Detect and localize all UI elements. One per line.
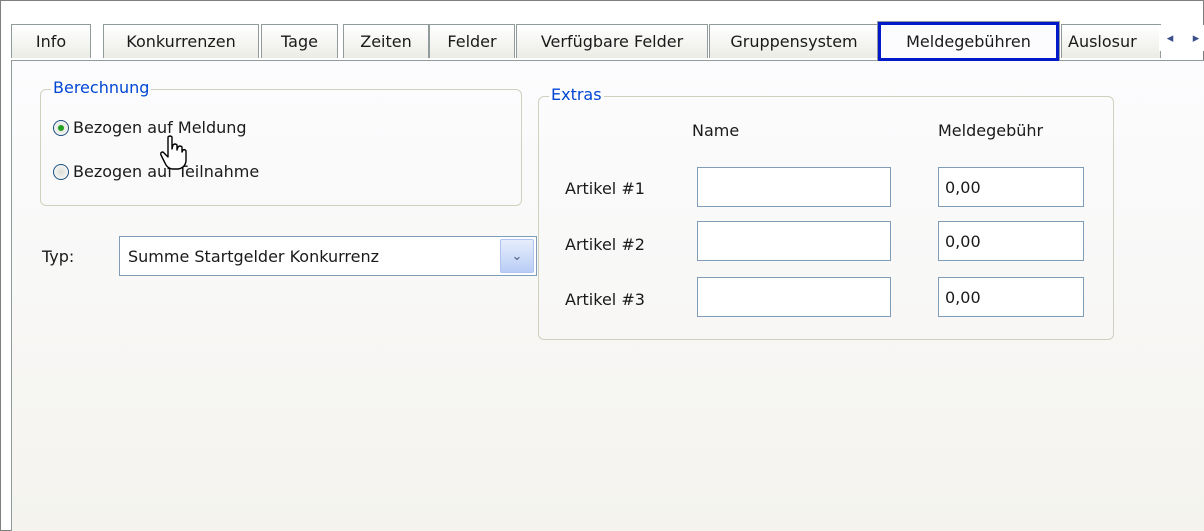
berechnung-group: Berechnung Bezogen auf Meldung Bezogen a… bbox=[40, 78, 522, 206]
artikel-3-fee-input[interactable]: 0,00 bbox=[938, 277, 1084, 317]
tab-label: Konkurrenzen bbox=[126, 32, 236, 51]
column-header-meldegebuehr: Meldegebühr bbox=[938, 121, 1044, 140]
tab-tage[interactable]: Tage bbox=[261, 24, 338, 58]
artikel-label: Artikel #2 bbox=[565, 235, 645, 254]
tab-info[interactable]: Info bbox=[11, 24, 91, 58]
tab-meldegebuehren[interactable]: Meldegebühren bbox=[877, 21, 1060, 61]
tab-page-meldegebuehren: Berechnung Bezogen auf Meldung Bezogen a… bbox=[11, 60, 1204, 531]
tab-label: Tage bbox=[281, 32, 318, 51]
tab-scroll-buttons: ◂ ▸ bbox=[1159, 25, 1204, 51]
typ-selected-value: Summe Startgelder Konkurrenz bbox=[128, 246, 380, 266]
artikel-2-fee-input[interactable]: 0,00 bbox=[938, 221, 1084, 261]
tab-gruppensystem[interactable]: Gruppensystem bbox=[709, 24, 879, 58]
tab-label: Auslosur bbox=[1068, 32, 1137, 51]
artikel-1-fee-input[interactable]: 0,00 bbox=[938, 167, 1084, 207]
chevron-down-icon[interactable]: ⌄ bbox=[500, 239, 534, 273]
tab-konkurrenzen[interactable]: Konkurrenzen bbox=[103, 24, 259, 58]
chevron-right-icon[interactable]: ▸ bbox=[1185, 25, 1204, 51]
artikel-3-name-input[interactable] bbox=[697, 277, 891, 317]
tab-auslosung[interactable]: Auslosur bbox=[1061, 24, 1161, 58]
tab-felder[interactable]: Felder bbox=[429, 24, 515, 58]
typ-label: Typ: bbox=[42, 247, 75, 266]
artikel-label: Artikel #1 bbox=[565, 179, 645, 198]
artikel-2-name-input[interactable] bbox=[697, 221, 891, 261]
extras-group: Extras Name Meldegebühr Artikel #1 0,00 … bbox=[538, 85, 1114, 340]
artikel-label: Artikel #3 bbox=[565, 290, 645, 309]
tab-strip: Info Konkurrenzen Tage Zeiten Felder Ver… bbox=[11, 21, 1204, 61]
radio-bezogen-auf-teilnahme[interactable]: Bezogen auf Teilnahme bbox=[53, 162, 259, 181]
chevron-left-icon[interactable]: ◂ bbox=[1159, 25, 1181, 51]
radio-button-selected[interactable] bbox=[53, 119, 69, 136]
group-legend: Extras bbox=[549, 85, 604, 104]
radio-bezogen-auf-meldung[interactable]: Bezogen auf Meldung bbox=[53, 118, 247, 137]
tab-label: Felder bbox=[447, 32, 497, 51]
tab-label: Verfügbare Felder bbox=[540, 32, 684, 51]
tab-label: Info bbox=[35, 32, 67, 51]
group-legend: Berechnung bbox=[51, 78, 152, 97]
column-header-name: Name bbox=[692, 121, 740, 140]
radio-button[interactable] bbox=[53, 163, 69, 180]
tab-label: Zeiten bbox=[360, 32, 412, 51]
tab-label: Meldegebühren bbox=[906, 32, 1031, 51]
artikel-1-name-input[interactable] bbox=[697, 167, 891, 207]
tab-zeiten[interactable]: Zeiten bbox=[343, 24, 429, 58]
hand-cursor-icon bbox=[160, 135, 187, 170]
tab-label: Gruppensystem bbox=[730, 32, 858, 51]
window-frame: Info Konkurrenzen Tage Zeiten Felder Ver… bbox=[0, 0, 1204, 531]
tab-verfuegbare-felder[interactable]: Verfügbare Felder bbox=[516, 24, 708, 58]
typ-dropdown[interactable]: Summe Startgelder Konkurrenz ⌄ bbox=[119, 236, 537, 276]
